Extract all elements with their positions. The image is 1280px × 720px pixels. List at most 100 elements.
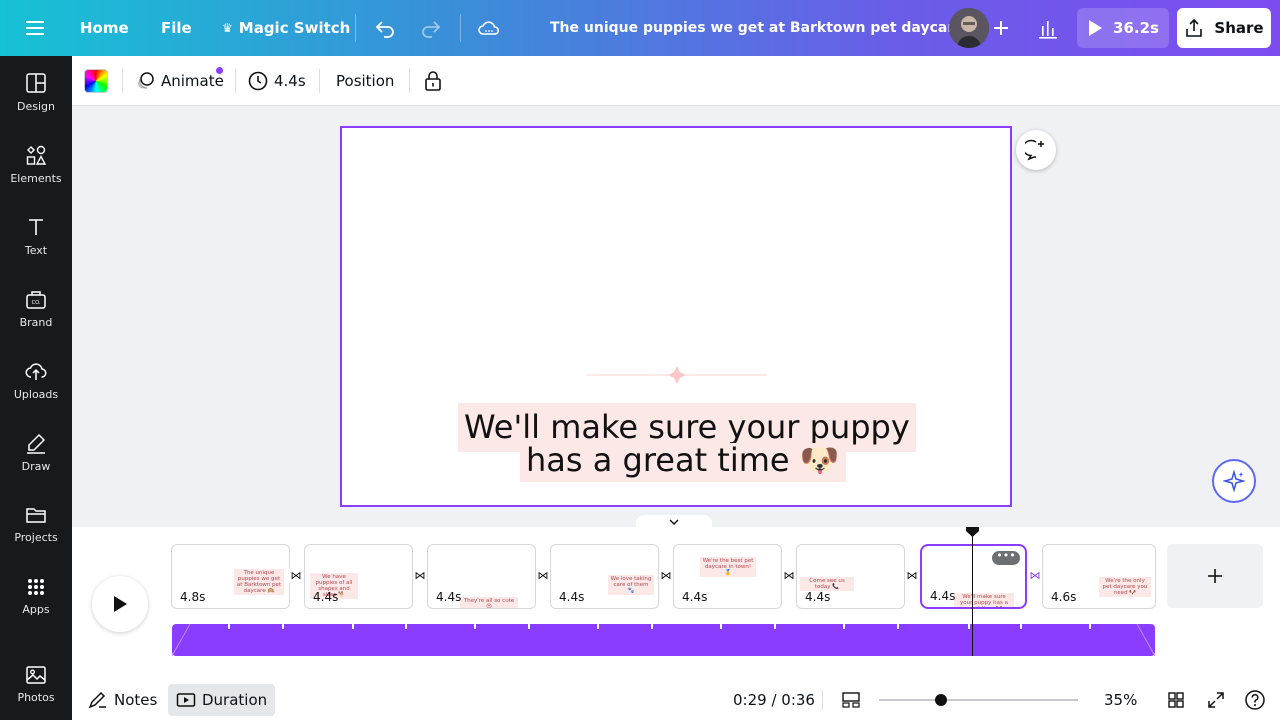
audio-waveform: [171, 623, 1156, 657]
animate-button[interactable]: Animate: [135, 56, 224, 106]
clip-duration: 4.8s: [180, 590, 206, 604]
sidebar-item-draw[interactable]: Draw: [0, 420, 72, 484]
position-button[interactable]: Position: [336, 56, 394, 106]
crown-icon: ♛: [222, 21, 233, 35]
divider: [235, 69, 236, 93]
transition-icon[interactable]: ⋈: [289, 569, 303, 583]
cloud-sync-icon[interactable]: [477, 0, 501, 56]
magic-assistant-button[interactable]: [1212, 459, 1256, 503]
shapes-icon: [26, 145, 47, 165]
sidebar-item-label: Projects: [14, 530, 58, 544]
undo-icon[interactable]: [373, 0, 397, 56]
playhead-handle[interactable]: [966, 522, 979, 537]
timeline-clip-5[interactable]: We're the best pet daycare in town! 🏅 4.…: [673, 544, 782, 609]
divider: [319, 69, 320, 93]
sidebar-item-label: Photos: [17, 690, 55, 704]
add-comment-button[interactable]: [1016, 130, 1056, 170]
audio-track[interactable]: [171, 623, 1156, 657]
timeline-clip-6[interactable]: Come see us today 📞 4.4s: [796, 544, 905, 609]
magic-switch-button[interactable]: ♛ Magic Switch: [222, 0, 350, 56]
clip-thumbnail-text: We'll make sure your puppy has a great t…: [954, 593, 1014, 607]
help-icon[interactable]: [1244, 680, 1266, 720]
timeline-clip-3[interactable]: They're all so cute 😍 4.4s: [427, 544, 536, 609]
transition-icon[interactable]: ⋈: [659, 569, 673, 583]
zoom-slider-track[interactable]: [879, 699, 1078, 701]
sidebar-item-elements[interactable]: Elements: [0, 132, 72, 196]
zoom-slider-thumb[interactable]: [935, 694, 947, 706]
transition-icon[interactable]: ⋈: [1028, 569, 1042, 583]
divider: [355, 14, 356, 42]
more-options-icon[interactable]: •••: [992, 550, 1020, 565]
duration-toggle-button[interactable]: Duration: [168, 684, 276, 716]
design-title[interactable]: The unique puppies we get at Barktown pe…: [550, 0, 986, 56]
add-page-button[interactable]: [1167, 544, 1263, 608]
transition-icon[interactable]: ⋈: [905, 569, 919, 583]
sidebar-item-projects[interactable]: Projects: [0, 492, 72, 556]
divider: [409, 69, 410, 93]
sidebar-item-label: Uploads: [13, 387, 59, 401]
new-badge-dot: [216, 67, 223, 74]
layout-icon: [26, 72, 46, 93]
timeline-clip-8[interactable]: We're the only pet daycare you need 🐶 4.…: [1042, 544, 1156, 609]
clip-duration: 4.4s: [930, 589, 956, 603]
clip-thumbnail-text: They're all so cute 😍: [460, 597, 518, 608]
sidebar-item-apps[interactable]: Apps: [0, 564, 72, 628]
fullscreen-icon[interactable]: [1206, 680, 1226, 720]
caption-line-2[interactable]: has a great time 🐶: [520, 443, 846, 482]
grid-view-icon[interactable]: [1166, 680, 1186, 720]
avatar[interactable]: [949, 8, 989, 48]
play-icon: [1089, 20, 1103, 36]
home-link[interactable]: Home: [80, 0, 129, 56]
animate-icon: [137, 72, 154, 89]
file-menu[interactable]: File: [161, 0, 192, 56]
sidebar-item-uploads[interactable]: Uploads: [0, 348, 72, 412]
clip-thumbnail-text: We're the only pet daycare you need 🐶: [1099, 577, 1151, 597]
menu-icon[interactable]: [24, 0, 46, 56]
design-canvas[interactable]: We'll make sure your puppy has a great t…: [340, 126, 1012, 507]
duration-toggle-label: Duration: [202, 691, 268, 709]
timeline-clip-2[interactable]: We have puppies of all shapes and sizes …: [304, 544, 413, 609]
redo-icon[interactable]: [419, 0, 443, 56]
insights-icon[interactable]: [1027, 8, 1069, 48]
share-button[interactable]: Share: [1177, 8, 1271, 48]
transition-icon[interactable]: ⋈: [782, 569, 796, 583]
timeline-clip-7-selected[interactable]: We'll make sure your puppy has a great t…: [920, 544, 1027, 609]
clip-duration: 4.4s: [436, 590, 462, 604]
notes-button[interactable]: Notes: [88, 680, 157, 720]
playhead-line[interactable]: [972, 528, 973, 656]
play-button[interactable]: 36.2s: [1077, 8, 1169, 48]
clip-thumbnail-text: Come see us today 📞: [800, 577, 854, 591]
add-collaborator-icon[interactable]: [990, 8, 1012, 48]
plus-icon: [1208, 569, 1222, 583]
clip-duration: 4.4s: [559, 590, 585, 604]
timeline-play-button[interactable]: [92, 576, 148, 632]
color-swatch[interactable]: [84, 69, 108, 93]
sidebar-item-label: Elements: [10, 171, 62, 185]
sidebar-item-text[interactable]: Text: [0, 204, 72, 268]
sidebar-item-label: Design: [17, 99, 55, 113]
notes-icon: [88, 691, 106, 709]
sidebar-item-brand[interactable]: CO. Brand: [0, 276, 72, 340]
chevron-down-icon: [669, 519, 679, 526]
play-icon: [114, 596, 127, 612]
clip-thumbnail-text: We love taking care of them 🐾: [608, 575, 654, 595]
svg-text:CO.: CO.: [32, 300, 41, 306]
duration-label: 4.4s: [274, 72, 306, 90]
timeline-clip-4[interactable]: We love taking care of them 🐾 4.4s: [550, 544, 659, 609]
duration-button[interactable]: 4.4s: [248, 56, 306, 106]
sidebar-item-design[interactable]: Design: [0, 60, 72, 124]
transition-icon[interactable]: ⋈: [536, 569, 550, 583]
folder-icon: [26, 507, 46, 523]
transition-icon[interactable]: ⋈: [413, 569, 427, 583]
sidebar-item-label: Text: [24, 243, 48, 257]
sidebar-item-photos[interactable]: Photos: [0, 652, 72, 716]
zoom-level[interactable]: 35%: [1104, 680, 1137, 720]
lock-icon[interactable]: [423, 56, 443, 106]
grid-icon: [28, 578, 44, 595]
animate-label: Animate: [161, 72, 224, 90]
text-icon: [29, 218, 43, 235]
sparkle-icon: [1223, 470, 1245, 492]
page-view-icon[interactable]: [841, 680, 861, 720]
timeline-clip-1[interactable]: The unique puppies we get at Barktown pe…: [171, 544, 290, 609]
collapse-timeline-button[interactable]: [636, 515, 712, 529]
